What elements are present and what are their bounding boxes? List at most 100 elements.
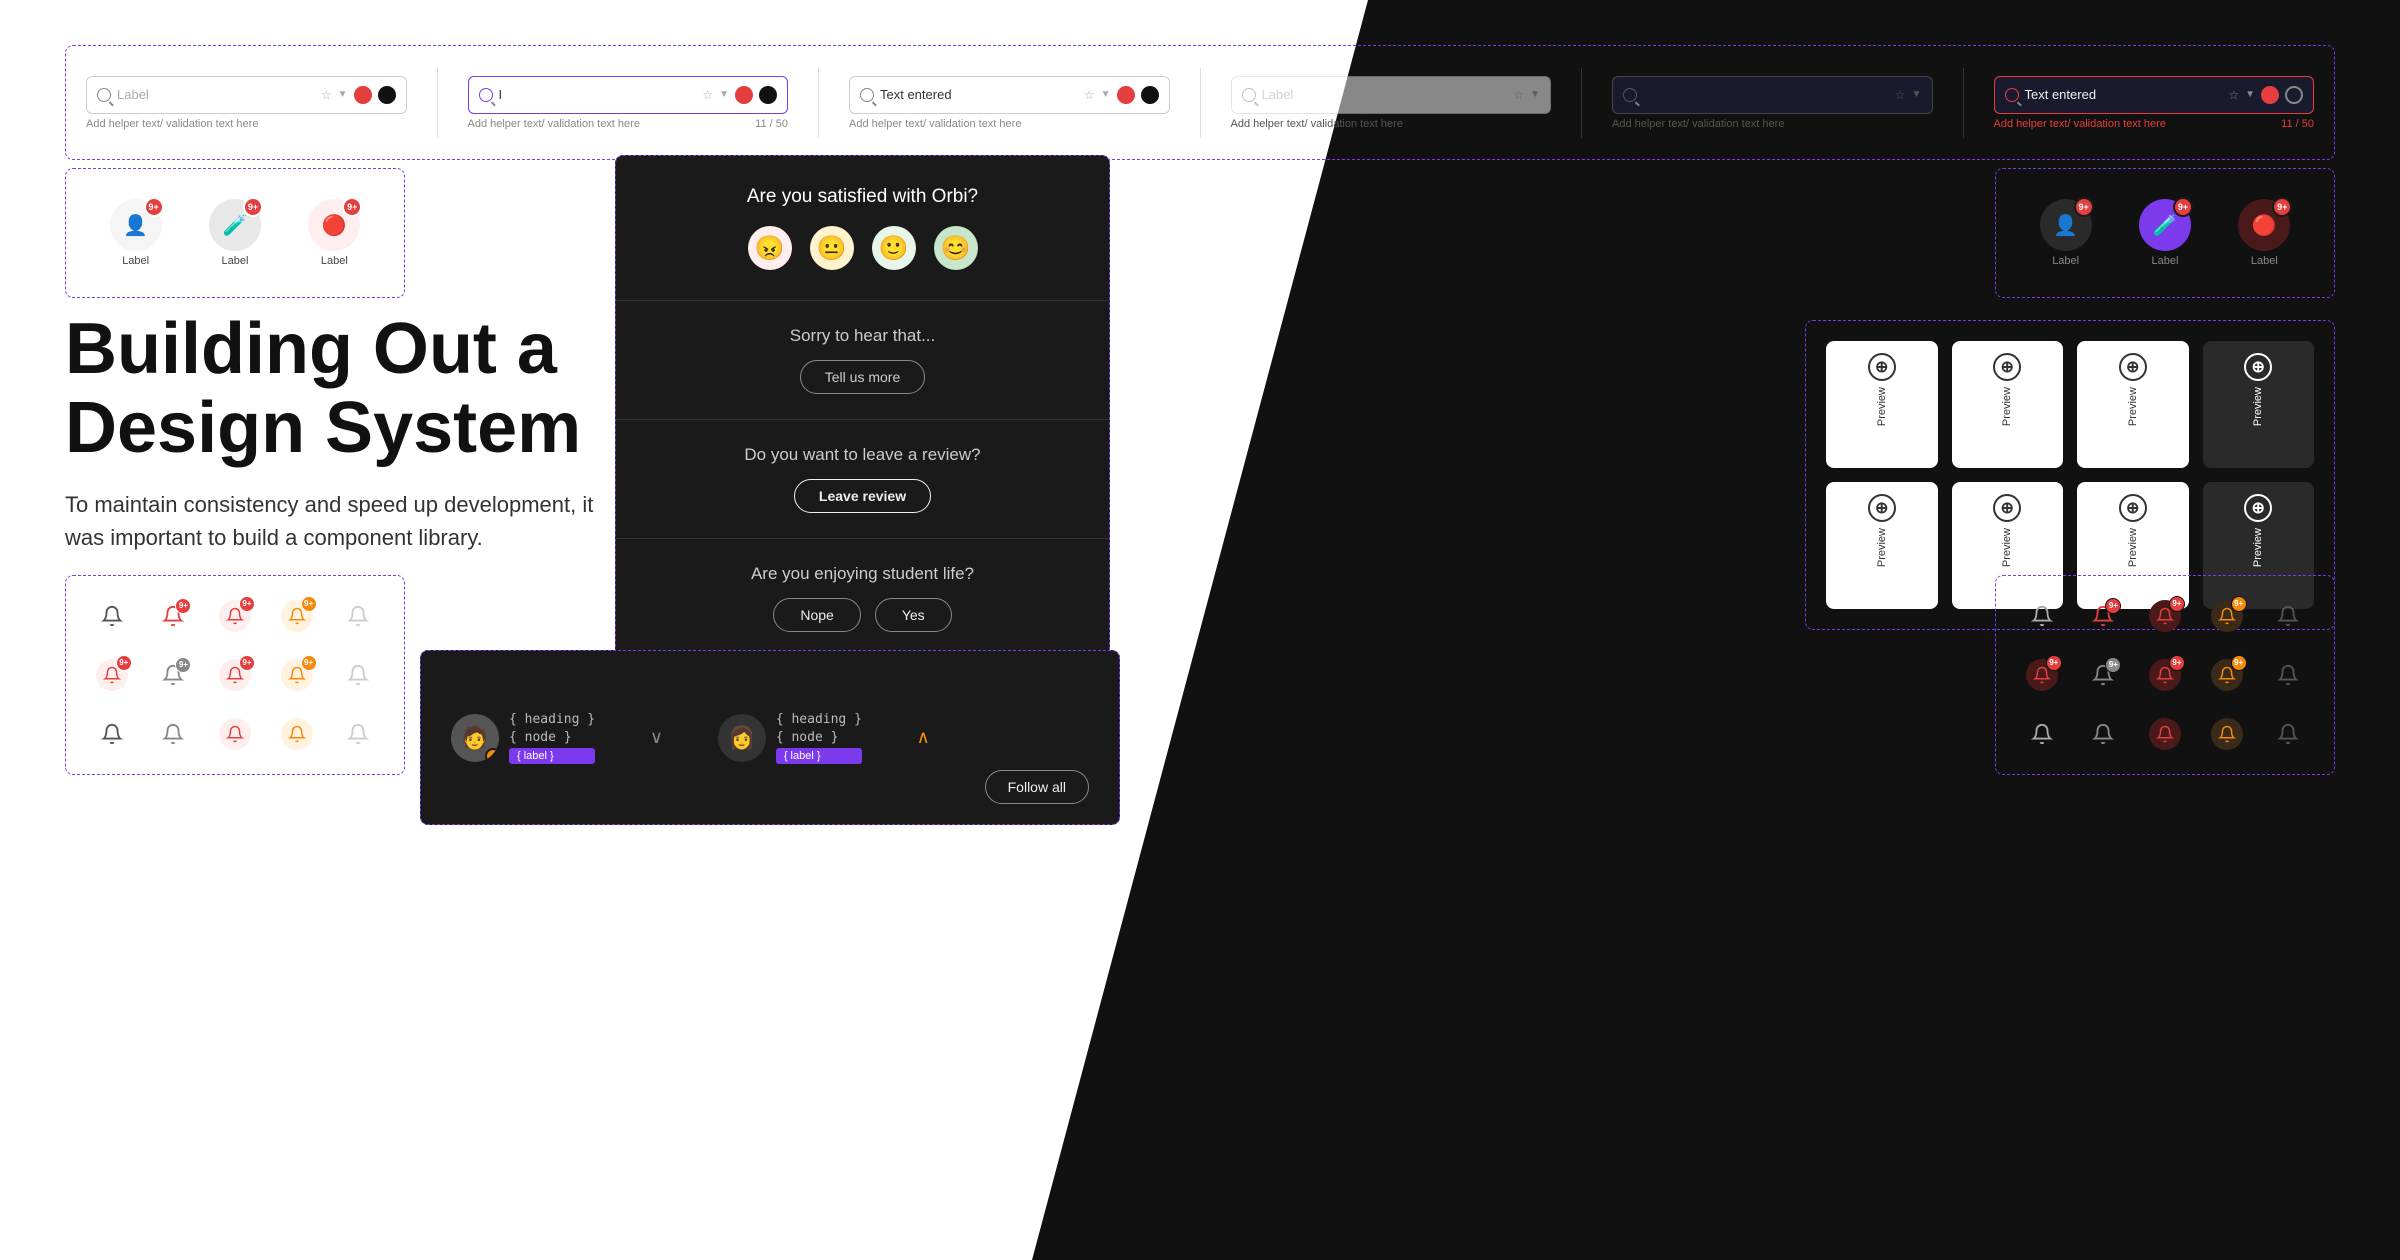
notif-dark-avatar-bg-7 bbox=[2211, 718, 2243, 750]
follow-avatar-row-2: 👩 { heading } { node } { label } bbox=[718, 712, 862, 764]
tell-more-button[interactable]: Tell us more bbox=[800, 360, 925, 394]
avatar-label-dark-3: Label bbox=[2251, 255, 2278, 267]
notif-avatar-red-4 bbox=[219, 718, 251, 750]
input-field-default[interactable]: Label ☆ ▼ bbox=[86, 76, 407, 114]
notif-avatar-orange-1: 9+ bbox=[281, 600, 313, 632]
status-indicator bbox=[354, 86, 372, 104]
emoji-happy[interactable]: 🙂 bbox=[872, 226, 916, 270]
avatar-circle-2[interactable]: 🧪 9+ bbox=[209, 199, 261, 251]
preview-card-2[interactable]: ⊕ Preview bbox=[1952, 341, 2064, 468]
chevron-icon-3[interactable]: ▼ bbox=[1101, 89, 1111, 100]
notif-badge-6: 9+ bbox=[239, 655, 255, 671]
nope-button[interactable]: Nope bbox=[773, 598, 860, 632]
follow-label-badge-1: { label } bbox=[509, 748, 595, 764]
preview-card-1[interactable]: ⊕ Preview bbox=[1826, 341, 1938, 468]
notif-avatar-red-2: 9+ bbox=[96, 659, 128, 691]
star-icon-2[interactable]: ☆ bbox=[702, 88, 713, 102]
notif-dark-badge-7: 9+ bbox=[2231, 655, 2247, 671]
input-group-1: Label ☆ ▼ Add helper text/ validation te… bbox=[86, 76, 407, 130]
notif-dark-plain-5 bbox=[2272, 718, 2304, 750]
preview-plus-2: ⊕ bbox=[1993, 353, 2021, 381]
preview-card-4[interactable]: ⊕ Preview bbox=[2203, 341, 2315, 468]
avatar-label-dark-1: Label bbox=[2052, 255, 2079, 267]
notif-dark-avatar-orange-2: 9+ bbox=[2211, 659, 2243, 691]
leave-review-button[interactable]: Leave review bbox=[794, 479, 931, 513]
notif-dark-plain-1 bbox=[2026, 600, 2058, 632]
avatar-icon-dark-1: 👤 bbox=[2053, 213, 2078, 238]
avatar-item-dark-2: 🧪 9+ Label bbox=[2139, 199, 2191, 267]
chevron-icon-2[interactable]: ▼ bbox=[719, 89, 729, 100]
chevron-down-icon-1[interactable]: ∨ bbox=[650, 727, 663, 748]
avatar-icon-dark-2: 🧪 bbox=[2153, 213, 2178, 238]
follow-info-2: { heading } { node } { label } bbox=[776, 712, 862, 764]
follow-status-dot-1 bbox=[485, 748, 499, 762]
notif-badge-gray-1: 9+ bbox=[157, 659, 189, 691]
divider-3 bbox=[1200, 68, 1201, 138]
preview-plus-3: ⊕ bbox=[2119, 353, 2147, 381]
preview-plus-5: ⊕ bbox=[1868, 494, 1896, 522]
avatar-circle-dark-3[interactable]: 🔴 9+ bbox=[2238, 199, 2290, 251]
search-icon-2 bbox=[479, 88, 493, 102]
chevron-icon[interactable]: ▼ bbox=[338, 89, 348, 100]
notif-dark-avatar-orange-1: 9+ bbox=[2211, 600, 2243, 632]
star-icon-6[interactable]: ☆ bbox=[2228, 88, 2239, 102]
chevron-icon-6[interactable]: ▼ bbox=[2245, 89, 2255, 100]
avatar-circle-3[interactable]: 🔴 9+ bbox=[308, 199, 360, 251]
avatar-circle-1[interactable]: 👤 9+ bbox=[110, 199, 162, 251]
follow-avatar-1[interactable]: 🧑 bbox=[451, 714, 499, 762]
action-icon-6[interactable] bbox=[2285, 86, 2303, 104]
action-icon-2[interactable] bbox=[759, 86, 777, 104]
emoji-row: 😠 😐 🙂 😊 bbox=[656, 226, 1069, 270]
input-field-active[interactable]: I ☆ ▼ bbox=[468, 76, 789, 114]
avatar-label-2: Label bbox=[222, 255, 249, 267]
preview-card-3[interactable]: ⊕ Preview bbox=[2077, 341, 2189, 468]
star-icon[interactable]: ☆ bbox=[321, 88, 332, 102]
notif-avatar-bg-6 bbox=[219, 718, 251, 750]
notif-dark-plain-light-1 bbox=[2272, 600, 2304, 632]
follow-node-1: { node } bbox=[509, 730, 595, 745]
input-field-disabled: Label ☆ ▼ bbox=[1231, 76, 1552, 114]
avatar-circle-dark-1[interactable]: 👤 9+ bbox=[2040, 199, 2092, 251]
divider-2 bbox=[818, 68, 819, 138]
preview-plus-6: ⊕ bbox=[1993, 494, 2021, 522]
follow-label-badge-2: { label } bbox=[776, 748, 862, 764]
input-group-6: Text entered ☆ ▼ Add helper text/ valida… bbox=[1994, 76, 2315, 130]
notif-dark-avatar-bg-6 bbox=[2149, 718, 2181, 750]
star-icon-5[interactable]: ☆ bbox=[1895, 88, 1906, 102]
input-group-5: ☆ ▼ Add helper text/ validation text her… bbox=[1612, 76, 1933, 130]
avatar-item-3: 🔴 9+ Label bbox=[308, 199, 360, 267]
star-icon-4: ☆ bbox=[1513, 88, 1524, 102]
preview-text-2: Preview bbox=[2001, 387, 2013, 426]
divider-4 bbox=[1581, 68, 1582, 138]
star-icon-3[interactable]: ☆ bbox=[1084, 88, 1095, 102]
input-field-filled[interactable]: Text entered ☆ ▼ bbox=[849, 76, 1170, 114]
action-icon-3[interactable] bbox=[1141, 86, 1159, 104]
emoji-angry[interactable]: 😠 bbox=[748, 226, 792, 270]
notif-plain-2 bbox=[342, 659, 374, 691]
emoji-very-happy[interactable]: 😊 bbox=[934, 226, 978, 270]
chevron-up-icon-1[interactable]: ∧ bbox=[917, 727, 930, 748]
input-value-1: Label bbox=[117, 87, 315, 102]
avatar-badge-3: 9+ bbox=[342, 197, 362, 217]
search-icon-6 bbox=[2005, 88, 2019, 102]
chevron-icon-5[interactable]: ▼ bbox=[1912, 89, 1922, 100]
input-field-dark-default[interactable]: ☆ ▼ bbox=[1612, 76, 1933, 114]
notif-plain-3 bbox=[96, 718, 128, 750]
preview-card-5[interactable]: ⊕ Preview bbox=[1826, 482, 1938, 609]
input-field-dark-error[interactable]: Text entered ☆ ▼ bbox=[1994, 76, 2315, 114]
avatar-badge-dark-3: 9+ bbox=[2272, 197, 2292, 217]
notif-avatar-bg-7 bbox=[281, 718, 313, 750]
avatar-circle-dark-2[interactable]: 🧪 9+ bbox=[2139, 199, 2191, 251]
action-icon[interactable] bbox=[378, 86, 396, 104]
yes-button[interactable]: Yes bbox=[875, 598, 952, 632]
notif-dark-badge-3: 9+ bbox=[2231, 596, 2247, 612]
follow-all-button[interactable]: Follow all bbox=[985, 770, 1089, 804]
survey-review-card: Do you want to leave a review? Leave rev… bbox=[616, 420, 1109, 539]
divider-1 bbox=[437, 68, 438, 138]
follow-avatar-emoji-2: 👩 bbox=[728, 725, 755, 751]
avatar-badges-dark-section: 👤 9+ Label 🧪 9+ Label 🔴 9+ Label bbox=[1995, 168, 2335, 298]
follow-avatar-2[interactable]: 👩 bbox=[718, 714, 766, 762]
emoji-neutral[interactable]: 😐 bbox=[810, 226, 854, 270]
divider-5 bbox=[1963, 68, 1964, 138]
notif-badge-1: 9+ bbox=[175, 598, 191, 614]
